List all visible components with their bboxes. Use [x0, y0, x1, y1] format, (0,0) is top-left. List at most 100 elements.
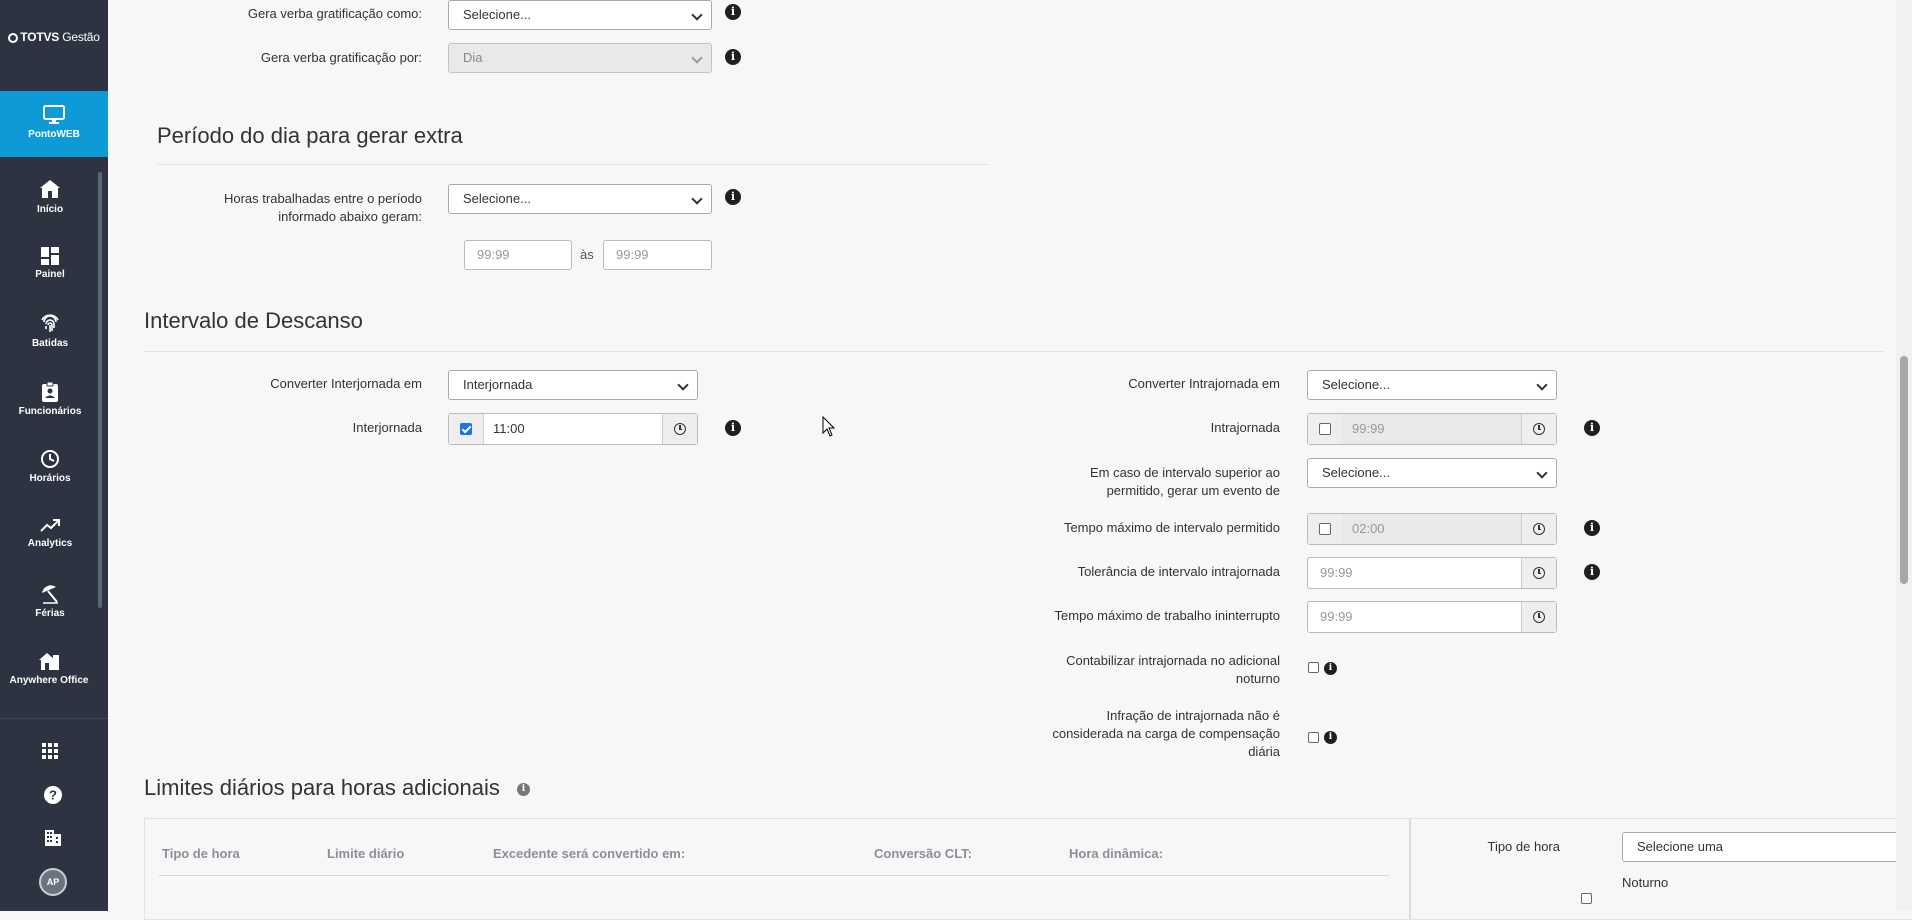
intrajornada-checkbox-cell: [1308, 414, 1343, 444]
clock-icon: [1533, 611, 1545, 623]
tolerancia-input[interactable]: 99:99: [1308, 558, 1524, 588]
sidebar-item-painel[interactable]: Painel: [0, 247, 100, 280]
page-scrollbar-thumb[interactable]: [1900, 356, 1908, 584]
info-icon[interactable]: i: [1584, 564, 1600, 580]
intrajornada-input[interactable]: 99:99: [1342, 414, 1524, 444]
info-icon[interactable]: i: [725, 49, 741, 65]
clock-icon: [1533, 423, 1545, 435]
sidebar-item-label: Analytics: [27, 538, 73, 549]
gratificacao-por-label: Gera verba gratificação por:: [260, 50, 422, 65]
sidebar-item-pontoweb[interactable]: PontoWEB: [0, 91, 108, 157]
house-office-icon: [39, 653, 59, 670]
contabilizar-intrajornada-checkbox[interactable]: [1308, 662, 1319, 673]
tipo-hora-select[interactable]: Selecione uma: [1622, 832, 1912, 862]
tempo-maximo-input[interactable]: 02:00: [1342, 514, 1524, 544]
intrajornada-label: Intrajornada: [1210, 420, 1280, 435]
info-icon[interactable]: i: [1584, 420, 1600, 436]
sidebar-item-funcionarios[interactable]: Funcionários: [0, 382, 100, 417]
tempo-trabalho-label: Tempo máximo de trabalho ininterrupto: [1054, 608, 1280, 623]
interjornada-checkbox[interactable]: [460, 423, 472, 435]
tempo-maximo-checkbox[interactable]: [1319, 523, 1331, 535]
infracao-label-line-2: considerada na carga de compensação: [1052, 726, 1280, 741]
intervalo-section-title: Intervalo de Descanso: [144, 308, 363, 333]
info-icon[interactable]: i: [1584, 520, 1600, 536]
tempo-maximo-intervalo-group: 02:00: [1307, 513, 1557, 545]
tempo-trabalho-input[interactable]: 99:99: [1308, 602, 1524, 632]
tolerancia-clock-button[interactable]: [1521, 558, 1556, 588]
home-icon: [40, 180, 60, 198]
brand-name: TOTVS: [20, 30, 60, 44]
clock-icon: [674, 423, 686, 435]
intrajornada-clock-button[interactable]: [1521, 414, 1556, 444]
sidebar-item-inicio[interactable]: Início: [0, 178, 100, 215]
info-icon[interactable]: i: [725, 4, 741, 20]
apps-grid-icon[interactable]: [42, 743, 58, 759]
sidebar-item-label: Anywhere Office: [9, 675, 89, 686]
periodo-to-input[interactable]: 99:99: [603, 240, 712, 270]
interjornada-label: Interjornada: [352, 420, 422, 435]
contabilizar-label-line-2: noturno: [1235, 671, 1280, 686]
sidebar-item-horarios[interactable]: Horários: [0, 449, 100, 484]
contabilizar-label-line-1: Contabilizar intrajornada no adicional: [1066, 653, 1280, 668]
column-header-limite-diario: Limite diário: [327, 846, 405, 861]
horas-label-line-2: informado abaixo geram:: [278, 209, 422, 224]
svg-text:?: ?: [49, 788, 57, 803]
sidebar-item-anywhere-office[interactable]: Anywhere Office: [0, 651, 98, 686]
tempo-maximo-clock-button[interactable]: [1521, 514, 1556, 544]
horas-trabalhadas-select[interactable]: Selecione...: [448, 184, 712, 214]
em-caso-intervalo-label: Em caso de intervalo superior ao permiti…: [922, 464, 1280, 500]
converter-interjornada-label: Converter Interjornada em: [270, 376, 422, 391]
main-content: Gera verba gratificação como: Selecione.…: [122, 0, 1912, 920]
noturno-label: Noturno: [1622, 875, 1669, 890]
tipo-hora-label: Tipo de hora: [1487, 839, 1560, 854]
sidebar-item-label: Batidas: [31, 338, 69, 349]
tempo-trabalho-clock-button[interactable]: [1521, 602, 1556, 632]
help-icon[interactable]: ?: [43, 785, 63, 805]
sidebar-item-label: Painel: [35, 269, 65, 280]
horas-trabalhadas-label: Horas trabalhadas entre o período inform…: [122, 190, 422, 226]
building-icon[interactable]: [44, 829, 62, 847]
intrajornada-checkbox[interactable]: [1319, 423, 1331, 435]
dashboard-icon: [41, 247, 59, 265]
interjornada-checkbox-cell: [449, 414, 484, 444]
tempo-maximo-checkbox-cell: [1308, 514, 1343, 544]
brand-suffix: Gestão: [59, 30, 100, 44]
beach-umbrella-icon: [42, 585, 58, 604]
gratificacao-por-select[interactable]: Dia: [448, 43, 712, 73]
info-icon[interactable]: i: [1324, 662, 1337, 675]
interjornada-input[interactable]: 11:00: [483, 414, 665, 444]
converter-interjornada-select[interactable]: Interjornada: [448, 370, 698, 400]
interjornada-clock-button[interactable]: [662, 414, 697, 444]
totvs-logo-icon: [8, 33, 19, 43]
column-header-conversao-clt: Conversão CLT:: [874, 846, 972, 861]
periodo-from-input[interactable]: 99:99: [464, 240, 572, 270]
sidebar-item-label: Férias: [35, 608, 65, 619]
info-icon[interactable]: i: [1324, 731, 1337, 744]
clock-icon: [41, 450, 59, 468]
limites-table-panel: Tipo de hora Limite diário Excedente ser…: [144, 818, 1411, 920]
em-caso-intervalo-select[interactable]: Selecione...: [1307, 458, 1557, 488]
sidebar-scrollbar[interactable]: [98, 172, 102, 608]
info-icon[interactable]: i: [725, 189, 741, 205]
sidebar-item-label: Funcionários: [18, 406, 82, 417]
table-header-divider: [159, 875, 1389, 876]
avatar[interactable]: AP: [39, 868, 67, 896]
sidebar-item-label: Horários: [29, 473, 71, 484]
totvs-logo: TOTVS Gestão: [0, 30, 108, 44]
sidebar-item-analytics[interactable]: Analytics: [0, 518, 100, 549]
intrajornada-input-group: 99:99: [1307, 413, 1557, 445]
tempo-trabalho-group: 99:99: [1307, 601, 1557, 633]
page-scrollbar[interactable]: [1896, 0, 1912, 910]
converter-intrajornada-select[interactable]: Selecione...: [1307, 370, 1557, 400]
infracao-intrajornada-label: Infração de intrajornada não é considera…: [922, 707, 1280, 761]
infracao-intrajornada-checkbox[interactable]: [1308, 732, 1319, 743]
sidebar-item-batidas[interactable]: Batidas: [0, 314, 100, 349]
noturno-checkbox[interactable]: [1581, 893, 1592, 904]
info-icon[interactable]: i: [725, 420, 741, 436]
limites-section-title: Limites diários para horas adicionais: [144, 775, 500, 800]
sidebar-item-ferias[interactable]: Férias: [0, 584, 100, 619]
column-header-hora-dinamica: Hora dinâmica:: [1069, 846, 1163, 861]
gratificacao-como-select[interactable]: Selecione...: [448, 0, 712, 30]
info-icon[interactable]: i: [517, 783, 530, 796]
clock-icon: [1533, 567, 1545, 579]
